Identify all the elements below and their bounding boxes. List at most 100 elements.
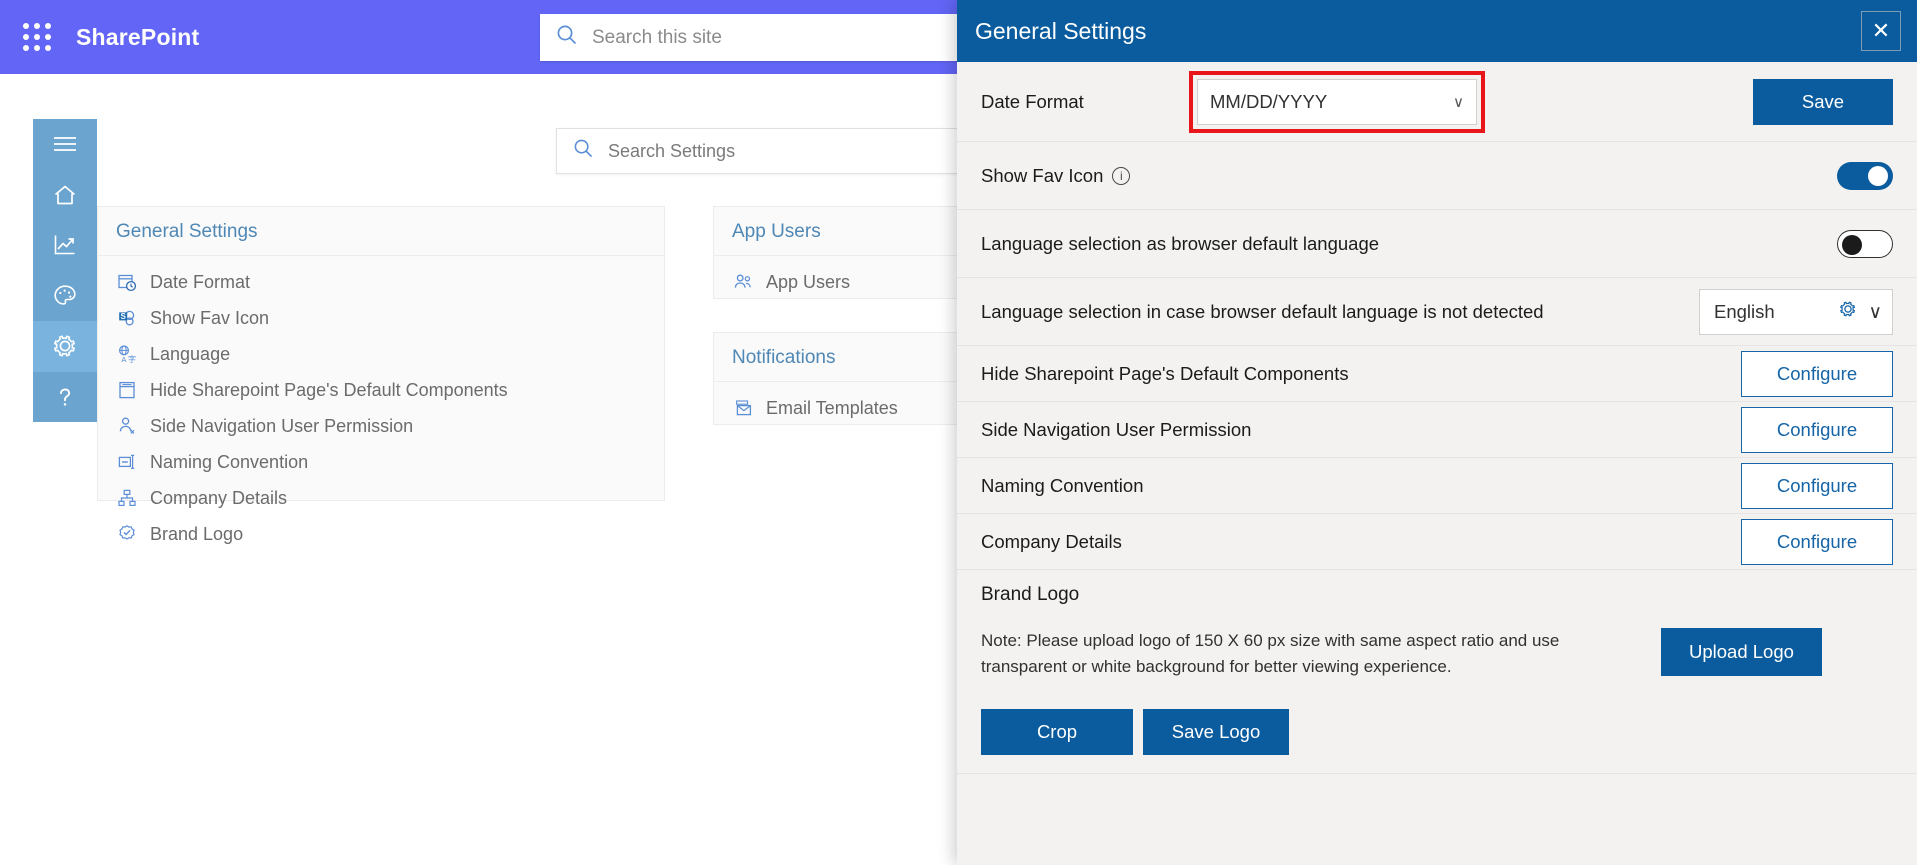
app-root: SharePoint Search this site Search Setti… (0, 0, 1917, 865)
configure-button-hide-default-components[interactable]: Configure (1741, 350, 1893, 397)
row-label: Hide Sharepoint Page's Default Component… (981, 362, 1349, 384)
favicon-icon: S (116, 307, 138, 329)
settings-item-label: App Users (766, 271, 851, 292)
svg-text:字: 字 (128, 354, 136, 364)
configure-button-side-nav-permission[interactable]: Configure (1741, 406, 1893, 453)
settings-item-brand-logo[interactable]: Brand Logo (98, 516, 664, 552)
panel-header: General Settings ✕ (957, 0, 1917, 62)
svg-text:S: S (121, 312, 127, 321)
row-label: Naming Convention (981, 474, 1144, 496)
chevron-down-icon: ∨ (1453, 93, 1464, 111)
row-label: Show Fav Icon i (981, 165, 1837, 187)
chevron-down-icon: ∨ (1868, 300, 1882, 322)
group-title: General Settings (98, 207, 664, 256)
brand-logo-section: Brand Logo Note: Please upload logo of 1… (957, 570, 1917, 774)
settings-item-label: Show Fav Icon (150, 307, 270, 328)
page-layout-icon (116, 379, 138, 401)
settings-item-label: Hide Sharepoint Page's Default Component… (150, 379, 508, 400)
row-label: Company Details (981, 530, 1122, 552)
settings-item-label: Brand Logo (150, 523, 244, 544)
date-format-value: MM/DD/YYYY (1210, 90, 1328, 112)
info-icon[interactable]: i (1112, 166, 1131, 185)
save-button[interactable]: Save (1753, 78, 1893, 125)
row-company-details: Company Details Configure (957, 514, 1917, 570)
palette-icon (52, 283, 78, 309)
app-launcher-icon[interactable] (20, 20, 54, 54)
chart-icon (52, 232, 78, 258)
upload-logo-button[interactable]: Upload Logo (1661, 628, 1822, 676)
panel-body: Date Format MM/DD/YYYY ∨ Save Show Fav I… (957, 62, 1917, 865)
group-list: Date Format S Show Fav Icon A字 Language (98, 256, 664, 562)
svg-text:A: A (121, 355, 126, 364)
crop-button[interactable]: Crop (981, 708, 1133, 755)
brand-logo-note: Note: Please upload logo of 150 X 60 px … (981, 631, 1560, 677)
calendar-clock-icon (116, 271, 138, 293)
rail-item-home[interactable] (33, 170, 97, 221)
rail-item-theme[interactable] (33, 271, 97, 322)
people-icon (732, 271, 754, 293)
show-fav-icon-toggle[interactable] (1837, 161, 1893, 190)
question-icon (52, 384, 78, 410)
settings-item-naming-convention[interactable]: Naming Convention (98, 444, 664, 480)
settings-item-label: Date Format (150, 271, 251, 292)
settings-search-placeholder: Search Settings (608, 140, 736, 161)
settings-item-show-fav-icon[interactable]: S Show Fav Icon (98, 300, 664, 336)
brand-logo-note-row: Note: Please upload logo of 150 X 60 px … (981, 628, 1893, 681)
date-format-dropdown[interactable]: MM/DD/YYYY ∨ (1197, 78, 1477, 125)
row-label: Language selection as browser default la… (981, 232, 1380, 254)
settings-item-hide-default-components[interactable]: Hide Sharepoint Page's Default Component… (98, 372, 664, 408)
search-icon (556, 24, 578, 51)
language-icon: A字 (116, 343, 138, 365)
row-language-browser-default: Language selection as browser default la… (957, 210, 1917, 278)
search-icon (573, 138, 594, 164)
rail-item-help[interactable] (33, 372, 97, 423)
left-rail (33, 119, 97, 422)
rail-item-reports[interactable] (33, 220, 97, 271)
hamburger-icon (52, 134, 78, 154)
site-search-placeholder: Search this site (592, 26, 722, 48)
row-label: Language selection in case browser defau… (981, 300, 1544, 322)
naming-icon (116, 451, 138, 473)
language-select[interactable]: English ∨ (1699, 288, 1893, 335)
row-hide-default-components: Hide Sharepoint Page's Default Component… (957, 346, 1917, 402)
settings-item-label: Company Details (150, 487, 288, 508)
row-label: Date Format (981, 90, 1084, 112)
settings-item-language[interactable]: A字 Language (98, 336, 664, 372)
save-logo-button[interactable]: Save Logo (1143, 708, 1289, 755)
settings-item-label: Naming Convention (150, 451, 309, 472)
settings-item-side-nav-permission[interactable]: Side Navigation User Permission (98, 408, 664, 444)
gear-icon (51, 332, 79, 360)
row-label: Side Navigation User Permission (981, 418, 1252, 440)
settings-item-label: Email Templates (766, 397, 898, 418)
row-naming-convention: Naming Convention Configure (957, 458, 1917, 514)
row-show-fav-icon: Show Fav Icon i (957, 142, 1917, 210)
row-date-format: Date Format MM/DD/YYYY ∨ Save (957, 62, 1917, 142)
language-value: English (1714, 300, 1775, 322)
badge-icon (116, 523, 138, 545)
brand-logo-buttons: Crop Save Logo (981, 708, 1893, 755)
language-browser-default-toggle[interactable] (1837, 229, 1893, 258)
settings-item-company-details[interactable]: Company Details (98, 480, 664, 516)
row-language-fallback: Language selection in case browser defau… (957, 278, 1917, 346)
gear-icon[interactable] (1838, 299, 1858, 324)
settings-item-label: Side Navigation User Permission (150, 415, 414, 436)
row-label-text: Show Fav Icon (981, 164, 1104, 186)
org-chart-icon (116, 487, 138, 509)
close-icon[interactable]: ✕ (1861, 11, 1901, 51)
date-format-highlight: MM/DD/YYYY ∨ (1189, 70, 1485, 133)
rail-item-settings[interactable] (33, 321, 97, 372)
settings-item-label: Language (150, 343, 231, 364)
home-icon (52, 182, 78, 208)
rail-item-menu[interactable] (33, 119, 97, 170)
row-side-nav-permission: Side Navigation User Permission Configur… (957, 402, 1917, 458)
brand-logo-heading: Brand Logo (981, 584, 1080, 605)
sharepoint-brand[interactable]: SharePoint (76, 24, 199, 51)
settings-item-date-format[interactable]: Date Format (98, 264, 664, 300)
configure-button-naming-convention[interactable]: Configure (1741, 462, 1893, 509)
email-template-icon (732, 397, 754, 419)
configure-button-company-details[interactable]: Configure (1741, 518, 1893, 565)
general-settings-panel: General Settings ✕ Date Format MM/DD/YYY… (957, 0, 1917, 865)
panel-title: General Settings (975, 17, 1147, 44)
user-permission-icon (116, 415, 138, 437)
group-general-settings: General Settings Date Format S Show Fav … (97, 206, 665, 544)
